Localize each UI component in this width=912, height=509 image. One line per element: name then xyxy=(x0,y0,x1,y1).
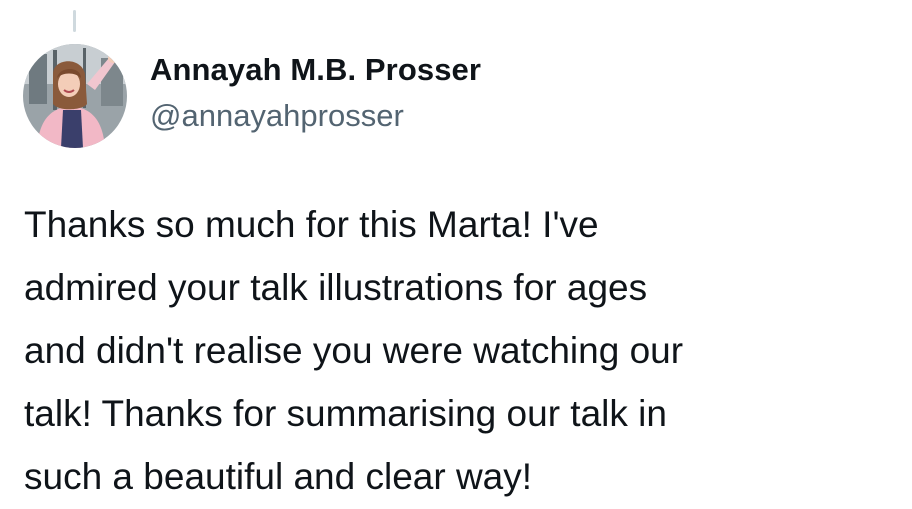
tweet-text-line: talk! Thanks for summarising our talk in xyxy=(24,393,667,434)
profile-photo-icon xyxy=(23,44,127,148)
tweet-text-line: and didn't realise you were watching our xyxy=(24,330,684,371)
tweet-text: Thanks so much for this Marta! I've admi… xyxy=(24,193,894,508)
tweet-header: Annayah M.B. Prosser @annayahprosser xyxy=(150,50,542,136)
tweet-text-line: such a beautiful and clear way! xyxy=(24,456,533,497)
avatar[interactable] xyxy=(23,44,127,148)
author-display-name[interactable]: Annayah M.B. Prosser xyxy=(150,50,542,90)
tweet-text-line: Thanks so much for this Marta! I've xyxy=(24,204,599,245)
thread-connector-line xyxy=(73,10,76,32)
tweet-text-line: admired your talk illustrations for ages xyxy=(24,267,648,308)
author-handle[interactable]: @annayahprosser xyxy=(150,96,542,136)
